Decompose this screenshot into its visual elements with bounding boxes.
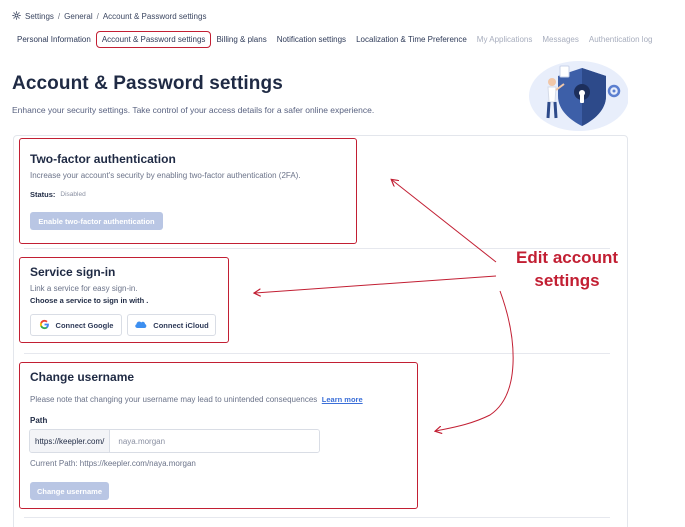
annotation-callout: Edit account settings xyxy=(502,246,632,292)
annotation-line-1: Edit account xyxy=(515,248,618,267)
arrow-to-service-signin xyxy=(255,275,497,293)
annotation-line-2: settings xyxy=(534,271,600,290)
arrow-to-change-username xyxy=(436,290,514,431)
arrow-to-two-factor xyxy=(392,180,497,263)
